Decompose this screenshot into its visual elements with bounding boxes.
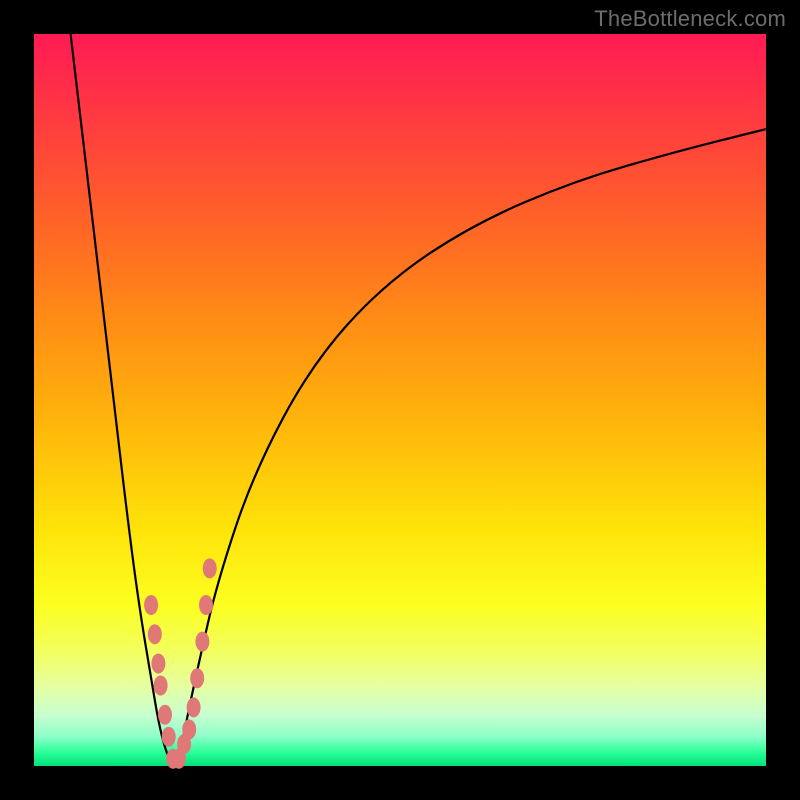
data-point [158, 705, 172, 725]
data-point [190, 668, 204, 688]
data-point [199, 595, 213, 615]
data-point [154, 676, 168, 696]
data-point [151, 654, 165, 674]
chart-frame: TheBottleneck.com [0, 0, 800, 800]
data-point [148, 624, 162, 644]
data-point [162, 727, 176, 747]
data-point [182, 719, 196, 739]
curve-layer [34, 34, 766, 766]
curve-right-branch [173, 129, 766, 766]
watermark-text: TheBottleneck.com [594, 6, 786, 32]
data-point [187, 697, 201, 717]
data-point [203, 558, 217, 578]
plot-area [34, 34, 766, 766]
data-point [144, 595, 158, 615]
marker-group [144, 558, 217, 768]
data-point [195, 632, 209, 652]
